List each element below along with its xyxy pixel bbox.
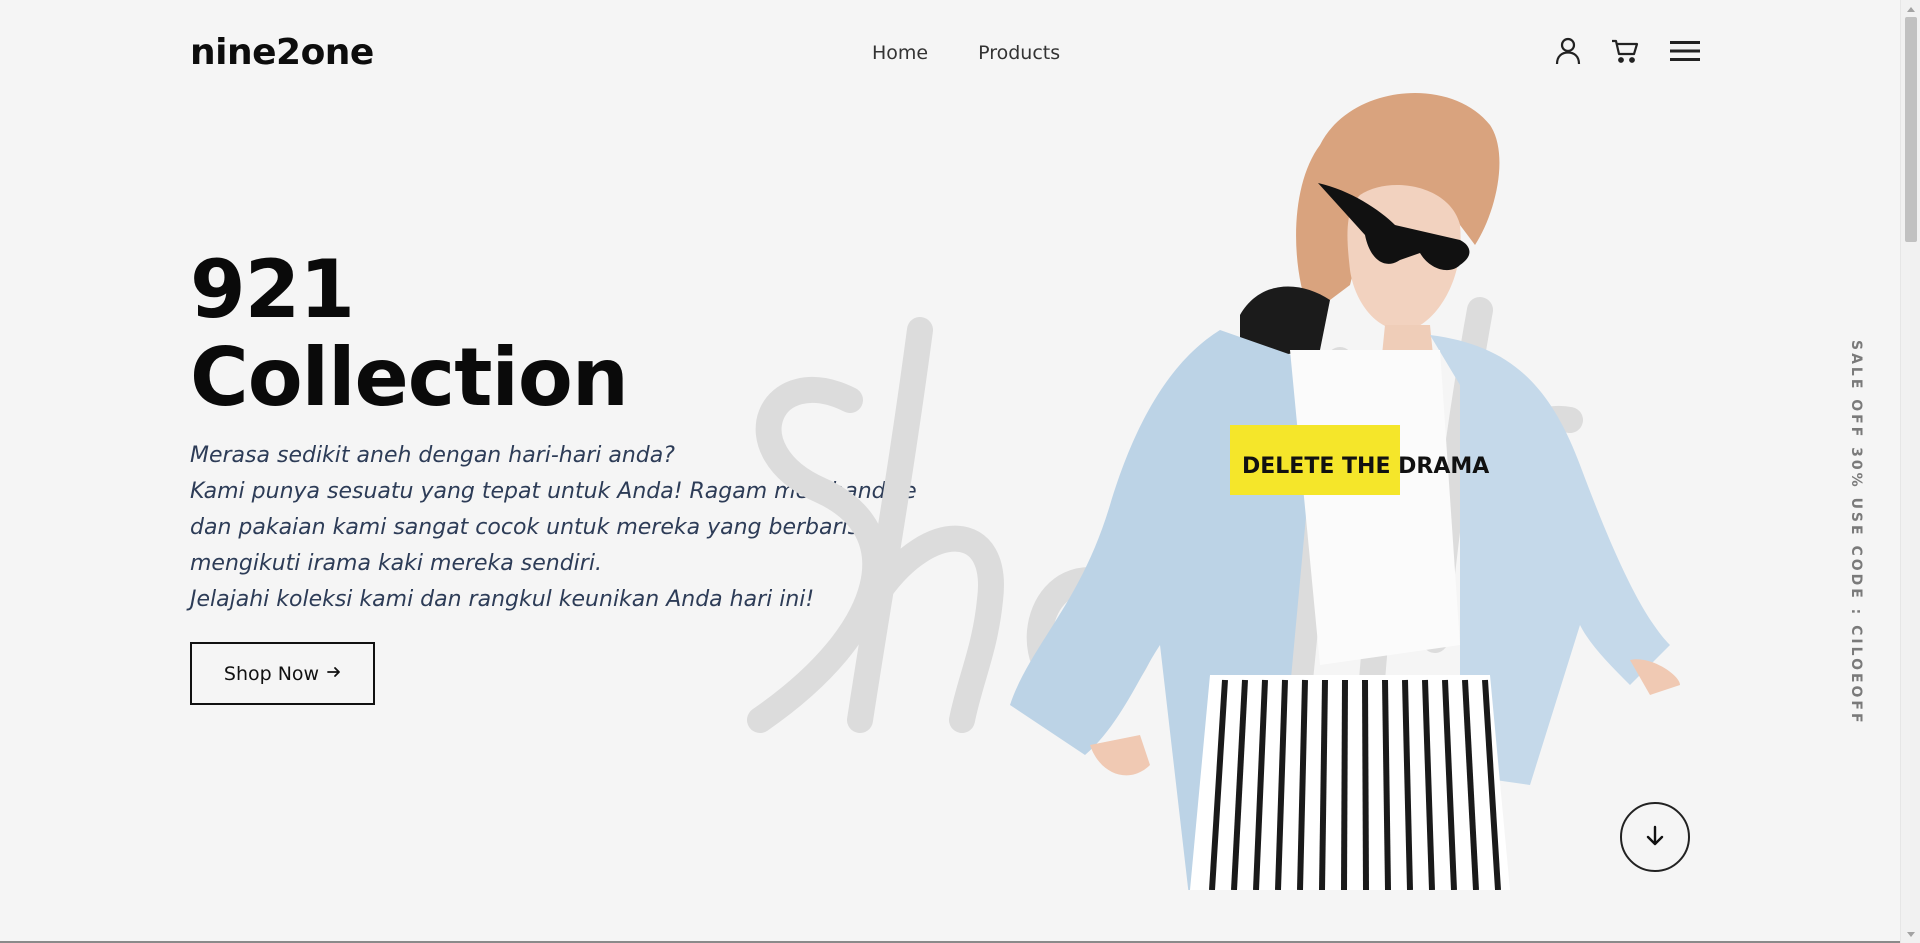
scroll-down-arrow-icon[interactable] — [1901, 926, 1920, 943]
page-scrollbar[interactable] — [1900, 0, 1920, 943]
hero-title-line-1: 921 — [190, 243, 355, 336]
arrow-right-icon — [327, 666, 341, 681]
scroll-down-button[interactable] — [1620, 802, 1690, 872]
nav-products-link[interactable]: Products — [978, 42, 1060, 64]
striped-skirt — [1190, 675, 1510, 890]
shop-now-label: Shop Now — [223, 662, 320, 685]
scrollbar-thumb[interactable] — [1905, 17, 1917, 242]
sale-banner-vertical: SALE OFF 30% USE CODE : CILOEOFF — [1848, 340, 1864, 726]
scroll-up-arrow-icon[interactable] — [1901, 0, 1920, 17]
shirt-print-text: DELETE THE DRAMA — [1242, 454, 1489, 479]
user-icon[interactable] — [1553, 36, 1583, 66]
cart-icon[interactable] — [1610, 36, 1640, 66]
hero-model-image: DELETE THE DRAMA — [1010, 92, 1680, 890]
main-nav: Home Products — [872, 42, 1060, 64]
logo[interactable]: nine2one — [190, 32, 374, 73]
hero-title-line-2: Collection — [190, 331, 629, 424]
hero-title: 921 Collection — [190, 243, 629, 424]
page: nine2one Home Products 921 Collection Me… — [0, 0, 1900, 943]
menu-icon[interactable] — [1670, 36, 1700, 66]
header-icons — [1553, 36, 1700, 66]
shop-now-button[interactable]: Shop Now — [190, 642, 375, 705]
nav-home-link[interactable]: Home — [872, 42, 928, 64]
arrow-down-icon — [1643, 824, 1667, 851]
